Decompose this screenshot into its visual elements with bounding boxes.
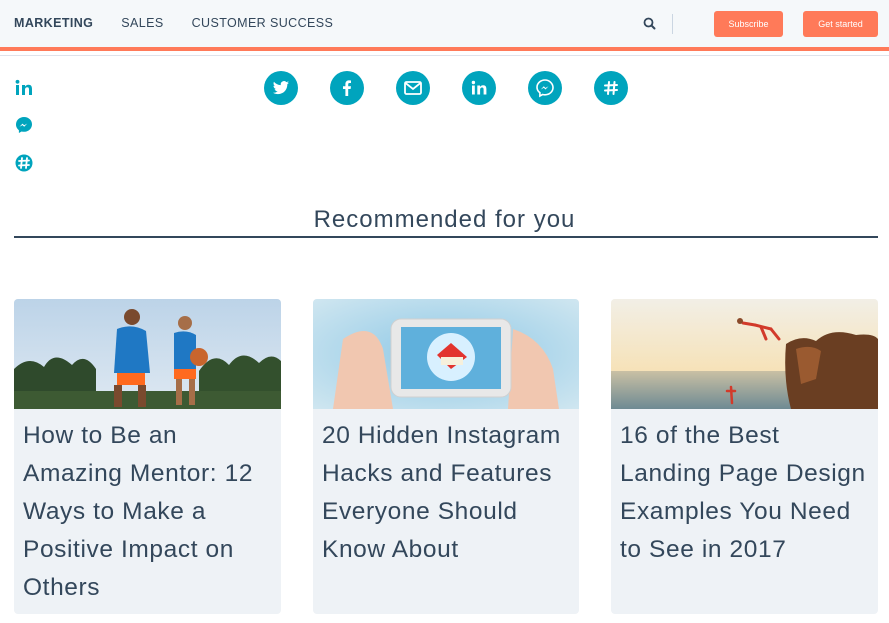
messenger-icon[interactable] <box>14 115 34 135</box>
article-card[interactable]: 20 Hidden Instagram Hacks and Features E… <box>313 299 579 614</box>
top-navigation: MARKETING SALES CUSTOMER SUCCESS Subscri… <box>0 0 889 56</box>
nav-divider <box>672 14 673 34</box>
nav-customer-success[interactable]: CUSTOMER SUCCESS <box>192 16 334 30</box>
nav-marketing[interactable]: MARKETING <box>14 16 93 30</box>
article-title[interactable]: 20 Hidden Instagram Hacks and Features E… <box>322 417 574 569</box>
section-divider <box>14 236 878 238</box>
share-bar <box>264 71 630 105</box>
primary-nav: MARKETING SALES CUSTOMER SUCCESS <box>14 16 333 30</box>
article-thumbnail[interactable] <box>14 299 281 409</box>
linkedin-icon[interactable] <box>14 78 34 98</box>
nav-sales[interactable]: SALES <box>121 16 163 30</box>
article-card[interactable]: How to Be an Amazing Mentor: 12 Ways to … <box>14 299 281 614</box>
article-card[interactable]: 16 of the Best Landing Page Design Examp… <box>611 299 878 614</box>
slack-icon[interactable] <box>14 153 34 173</box>
article-thumbnail[interactable] <box>611 299 878 409</box>
article-title[interactable]: 16 of the Best Landing Page Design Examp… <box>620 417 872 569</box>
search-icon[interactable] <box>641 15 659 33</box>
article-title[interactable]: How to Be an Amazing Mentor: 12 Ways to … <box>23 417 275 607</box>
recommended-heading: Recommended for you <box>313 205 576 233</box>
facebook-icon[interactable] <box>330 71 364 105</box>
header-accent-bar <box>0 47 889 51</box>
header-divider <box>0 55 889 56</box>
messenger-icon[interactable] <box>528 71 562 105</box>
linkedin-icon[interactable] <box>462 71 496 105</box>
article-thumbnail[interactable] <box>313 299 579 409</box>
subscribe-button[interactable]: Subscribe <box>714 11 783 37</box>
slack-icon[interactable] <box>594 71 628 105</box>
get-started-button[interactable]: Get started <box>803 11 878 37</box>
email-icon[interactable] <box>396 71 430 105</box>
twitter-icon[interactable] <box>264 71 298 105</box>
